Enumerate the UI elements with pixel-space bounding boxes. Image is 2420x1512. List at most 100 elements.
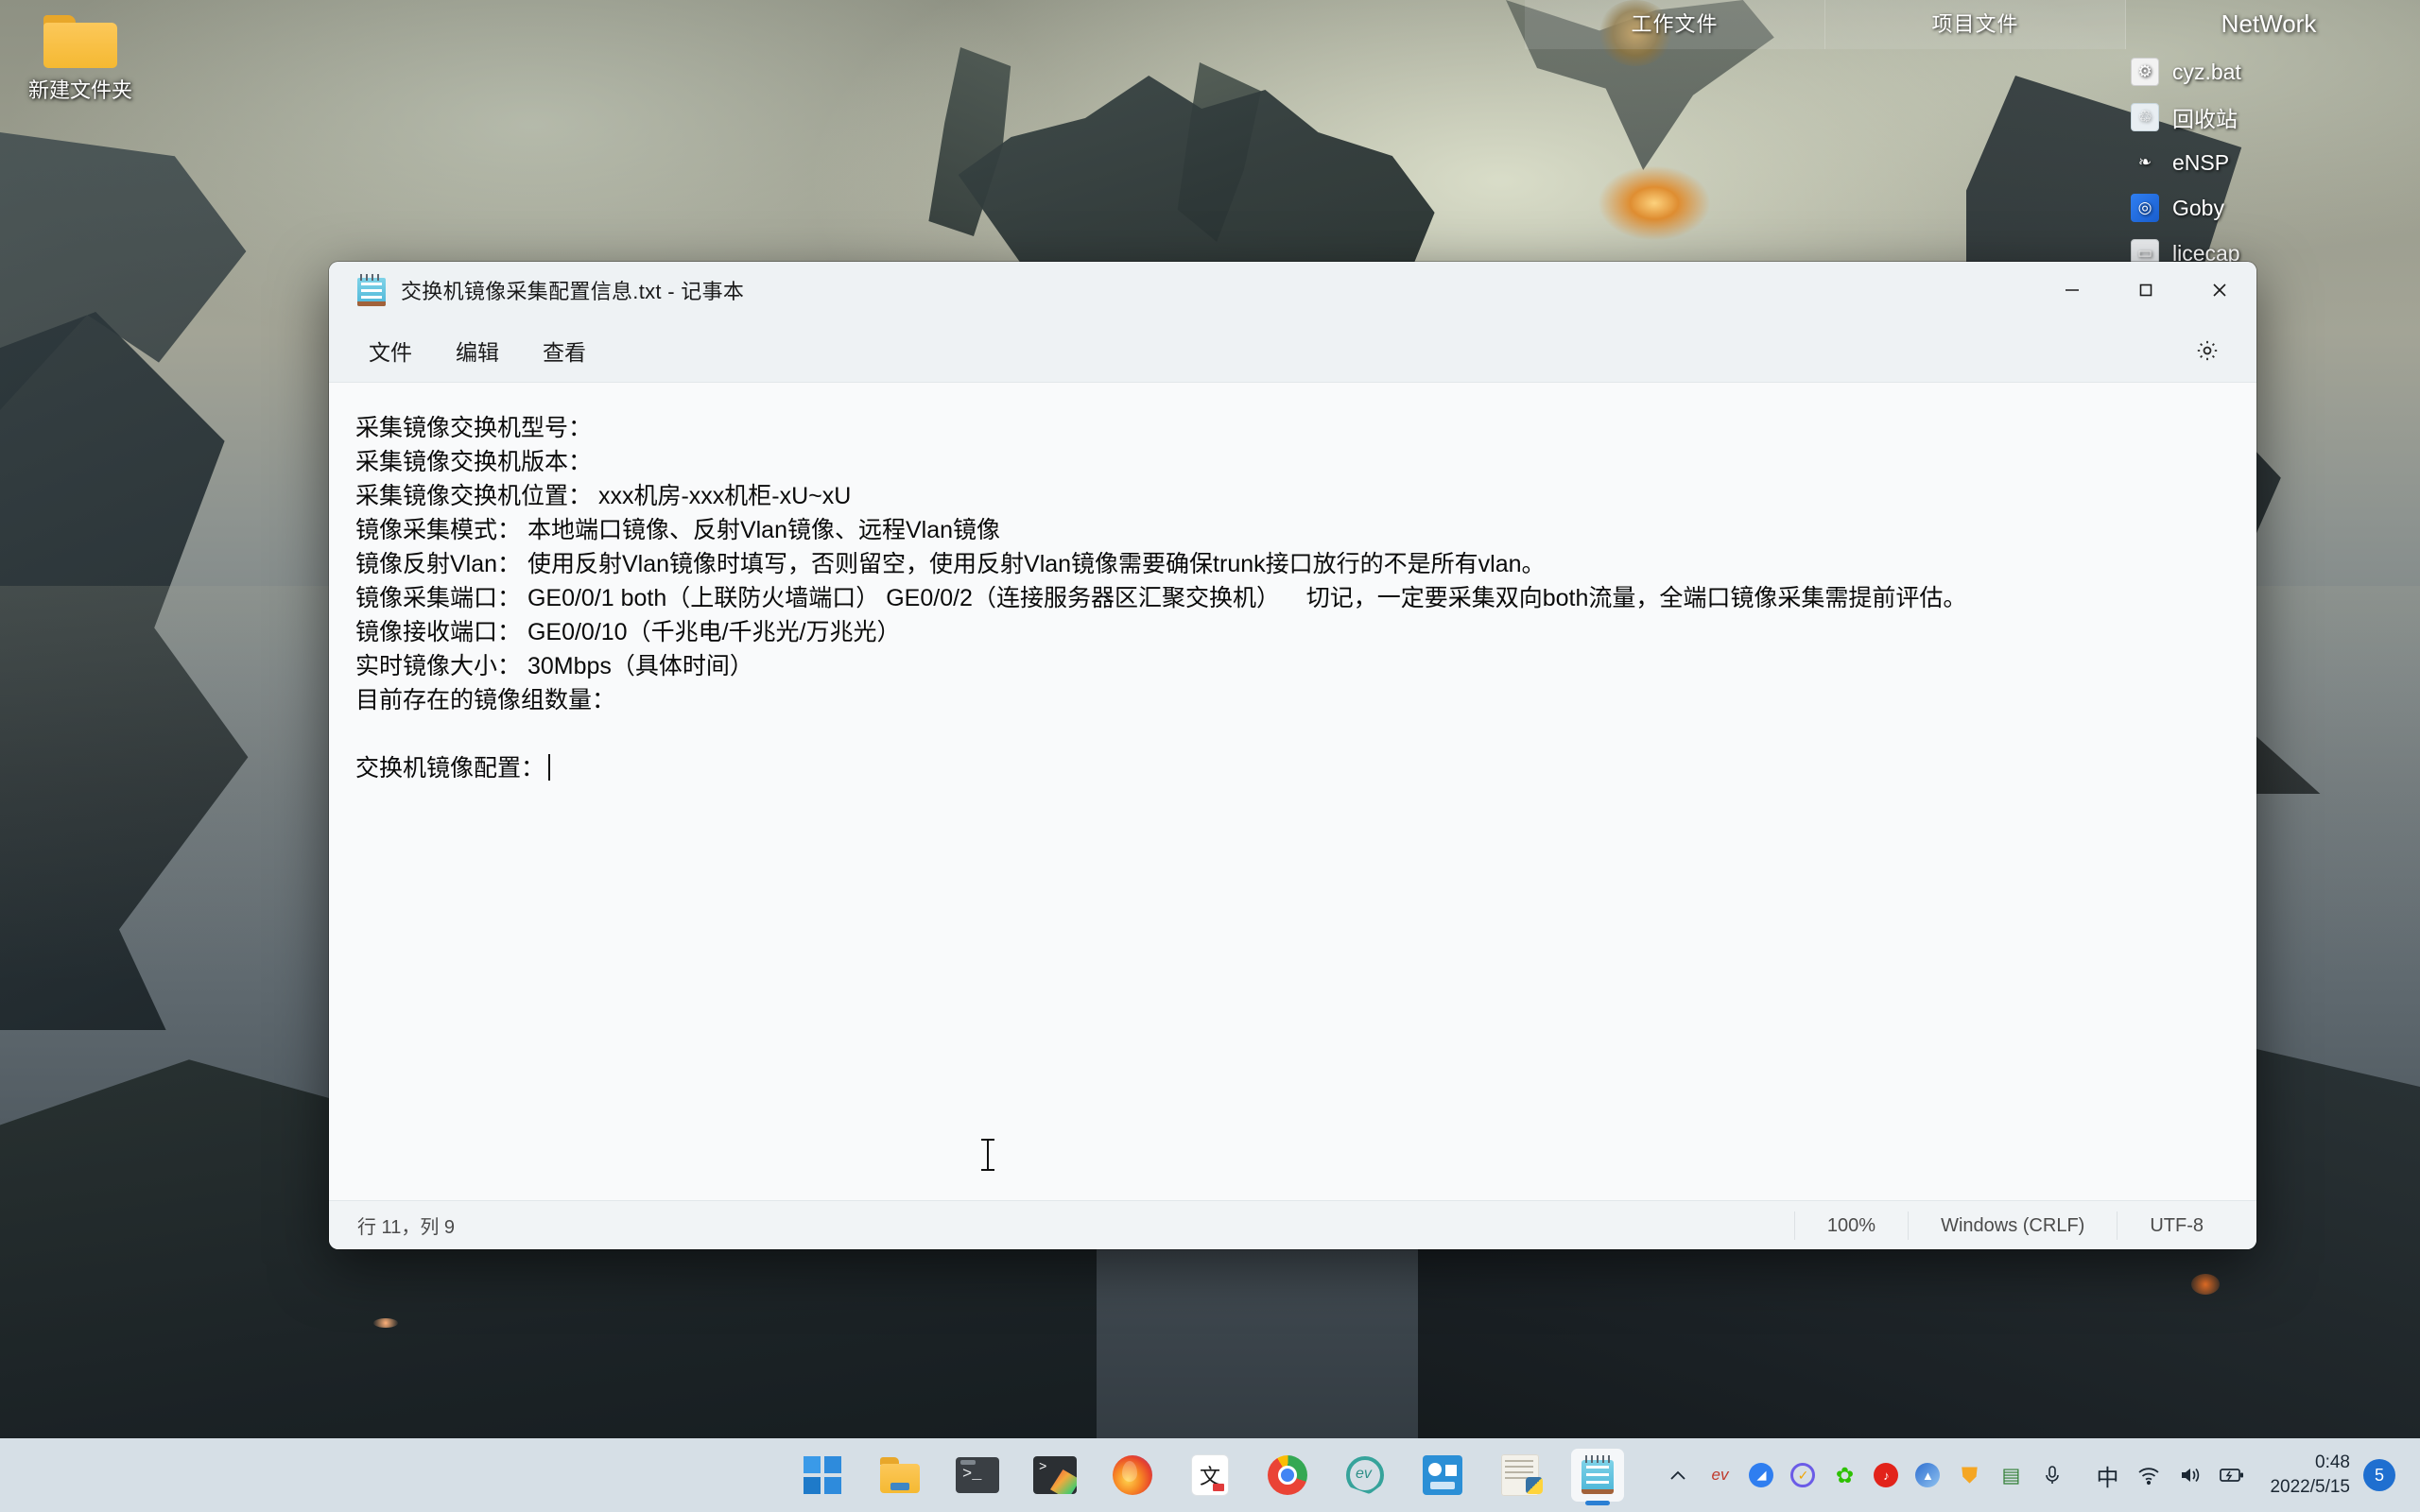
desktop-icon-label: cyz.bat [2172,59,2241,84]
netease-music-icon: ♪ [1874,1463,1899,1487]
minimize-button[interactable] [2035,262,2109,318]
menu-edit[interactable]: 编辑 [441,327,514,374]
taskbar-chrome[interactable] [1261,1449,1314,1502]
text-line: 镜像接收端口： GE0/0/10（千兆电/千兆光/万兆光） [355,619,901,645]
desktop[interactable]: 新建文件夹 工作文件 项目文件 NetWork ⚙ cyz.bat ♲ 回收站 … [0,0,2420,1512]
terminal-icon [956,1457,999,1493]
text-line: 采集镜像交换机型号： [355,415,593,441]
chrome-icon [1268,1455,1307,1495]
translate-icon: 文 [1191,1454,1229,1496]
text-line: 采集镜像交换机版本： [355,449,593,475]
clock-time: 0:48 [2315,1452,2350,1472]
chevron-up-icon [1670,1470,1686,1480]
desktop-icon-label: 新建文件夹 [27,78,132,102]
taskbar-command-prompt[interactable] [951,1449,1004,1502]
firefox-icon [1113,1455,1152,1495]
app-blue-icon: ◢ [1749,1463,1774,1487]
folder-icon [43,11,117,68]
notepad-menu-bar: 文件 编辑 查看 [329,318,2256,383]
desktop-icon-cyz-bat[interactable]: ⚙ cyz.bat [2118,50,2420,94]
taskbar-visio[interactable] [1416,1449,1469,1502]
wallpaper-mech-core-glow [1598,165,1711,241]
notepad-icon [1580,1454,1616,1496]
text-line-last: 交换机镜像配置： [329,751,2256,785]
tray-security-shield[interactable]: ⛊ [1948,1454,1990,1496]
tray-network[interactable] [2128,1454,2169,1496]
remote-screen-icon: ▤ [2001,1464,2021,1486]
wechat-icon: ✿ [1835,1462,1855,1487]
notepad-window[interactable]: 交换机镜像采集配置信息.txt - 记事本 文件 编辑 查看 采集镜像交换机型号… [329,262,2256,1249]
minimize-icon [2066,289,2079,291]
tray-overflow-button[interactable] [1657,1454,1699,1496]
close-icon [2213,284,2226,297]
goby-icon: ◎ [2131,194,2159,222]
tray-volume[interactable] [2169,1454,2211,1496]
window-title: 交换机镜像采集配置信息.txt - 记事本 [401,280,745,303]
taskbar-translator[interactable]: 文 [1184,1449,1236,1502]
taskbar-python-editor[interactable] [1494,1449,1547,1502]
taskbar-ev-capture[interactable]: ev [1339,1449,1392,1502]
tray-todo[interactable]: ✓ [1782,1454,1824,1496]
cursor-position: 行 11，列 9 [357,1217,455,1238]
tray-ev-capture[interactable]: ev [1699,1454,1740,1496]
line-ending[interactable]: Windows (CRLF) [1908,1211,2117,1240]
python-icon [1501,1454,1543,1496]
windows-logo-icon [804,1456,841,1494]
taskbar-start-button[interactable] [796,1449,849,1502]
taskbar-firefox[interactable] [1106,1449,1159,1502]
fence-work-files[interactable]: 工作文件 [1525,0,1825,49]
notepad-text-area[interactable]: 采集镜像交换机型号： 采集镜像交换机版本： 采集镜像交换机位置： xxx机房-x… [329,383,2256,1200]
volume-icon [2182,1468,2200,1483]
tray-netease-music[interactable]: ♪ [1865,1454,1907,1496]
text-caret [548,754,551,781]
wallpaper-ember-4 [373,1318,398,1328]
tray-map[interactable]: ▲ [1907,1454,1948,1496]
tray-battery[interactable] [2211,1454,2253,1496]
fence-project-files[interactable]: 项目文件 [1825,0,2126,49]
tray-ime-indicator[interactable]: 中 [2086,1454,2128,1496]
folder-icon [878,1457,922,1493]
maximize-icon [2139,284,2152,297]
text-line: 实时镜像大小： 30Mbps（具体时间） [355,653,753,679]
mouse-cursor-ibeam [981,1139,994,1171]
close-button[interactable] [2183,262,2256,318]
tray-app-blue[interactable]: ◢ [1740,1454,1782,1496]
fence-title: 项目文件 [1931,12,2019,36]
taskbar-clock[interactable]: 0:48 2022/5/15 [2253,1451,2363,1500]
tray-remote-screen[interactable]: ▤ [1990,1454,2031,1496]
tray-wechat[interactable]: ✿ [1824,1454,1865,1496]
tray-microphone[interactable] [2031,1454,2073,1496]
todo-check-icon: ✓ [1790,1463,1816,1487]
encoding[interactable]: UTF-8 [2117,1211,2256,1240]
desktop-icon-ensp[interactable]: ❧ eNSP [2118,141,2420,184]
desktop-icon-label: eNSP [2172,149,2230,175]
desktop-icon-goby[interactable]: ◎ Goby [2118,186,2420,230]
zoom-level[interactable]: 100% [1793,1211,1908,1240]
desktop-icon-recycle-bin[interactable]: ♲ 回收站 [2118,95,2420,139]
ev-icon: ev [1344,1454,1386,1496]
settings-button[interactable] [2187,330,2228,371]
notepad-status-bar: 行 11，列 9 100% Windows (CRLF) UTF-8 [329,1200,2256,1249]
taskbar-windows-terminal[interactable] [1028,1449,1081,1502]
taskbar-notepad[interactable] [1571,1449,1624,1502]
text-line: 目前存在的镜像组数量： [355,687,616,713]
text-line: 镜像采集端口： GE0/0/1 both（上联防火墙端口） GE0/0/2（连接… [355,585,1967,611]
security-shield-icon: ⛊ [1961,1462,1979,1487]
gear-icon [2197,340,2218,360]
ev-icon: ev [1711,1466,1729,1484]
notification-badge[interactable]: 5 [2363,1459,2395,1491]
maximize-button[interactable] [2109,262,2183,318]
text-line-content: 交换机镜像配置： [355,755,545,782]
notepad-title-bar[interactable]: 交换机镜像采集配置信息.txt - 记事本 [329,262,2256,318]
system-tray: ev ◢ ✓ ✿ ♪ ▲ ⛊ ▤ 中 0:48 2022/5/15 5 [1657,1438,2420,1512]
taskbar-file-explorer[interactable] [873,1449,926,1502]
network-column-title: NetWork [2221,9,2317,38]
wifi-icon [2138,1468,2160,1486]
desktop-icon-new-folder[interactable]: 新建文件夹 [0,11,161,104]
fence-title: 工作文件 [1631,12,1719,36]
recycle-bin-icon: ♲ [2131,103,2159,131]
menu-view[interactable]: 查看 [527,327,601,374]
bat-file-icon: ⚙ [2131,58,2159,86]
menu-file[interactable]: 文件 [354,327,427,374]
text-line: 镜像采集模式： 本地端口镜像、反射Vlan镜像、远程Vlan镜像 [355,517,1001,543]
